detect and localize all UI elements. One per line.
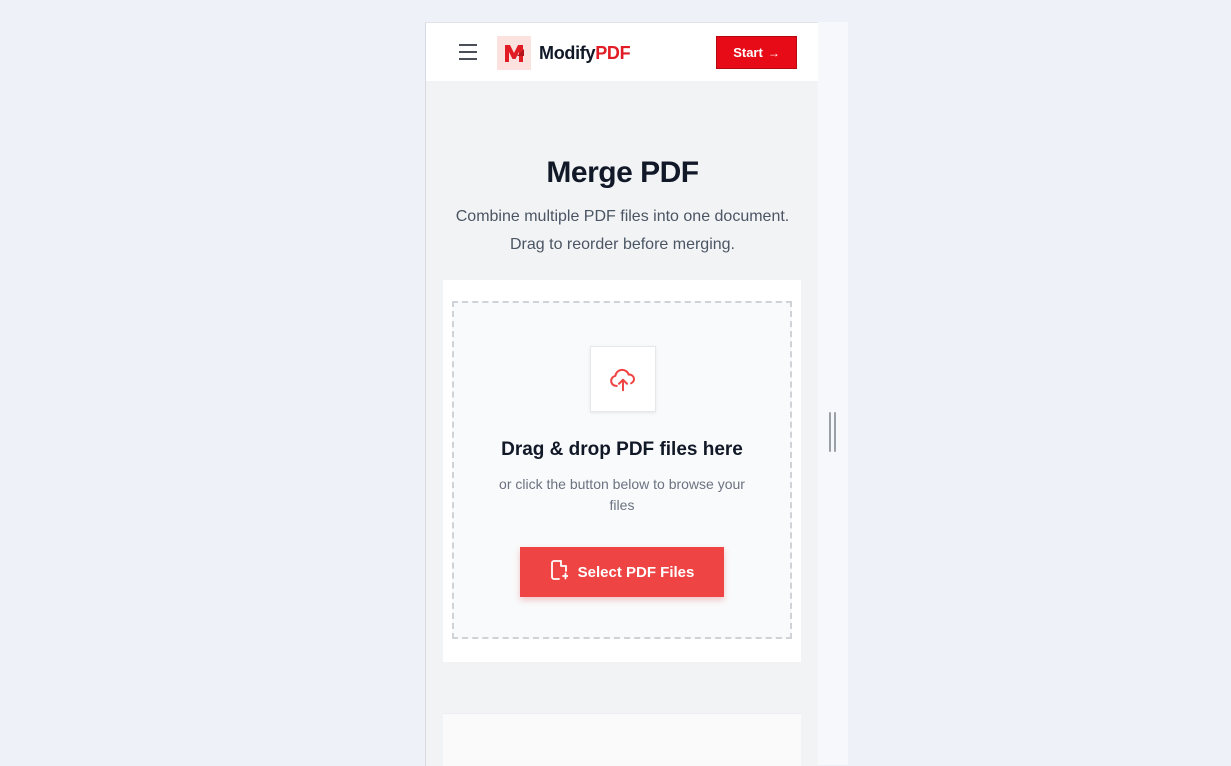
dropzone-title: Drag & drop PDF files here: [501, 439, 743, 460]
resize-handle[interactable]: [829, 412, 837, 452]
brand-name[interactable]: ModifyPDF: [539, 43, 631, 64]
upload-card: Drag & drop PDF files here or click the …: [443, 280, 801, 662]
hamburger-menu-icon[interactable]: [459, 44, 479, 60]
file-list-card: [443, 713, 801, 766]
page-title: Merge PDF: [546, 156, 699, 189]
cloud-upload-icon: [590, 346, 656, 412]
brand-name-main: Modify: [539, 43, 596, 63]
select-pdf-files-button[interactable]: Select PDF Files: [520, 547, 724, 597]
start-button-label: Start: [733, 45, 763, 60]
start-button[interactable]: Start →: [716, 36, 797, 69]
viewport-side-panel: [818, 22, 848, 765]
select-pdf-files-label: Select PDF Files: [577, 563, 695, 581]
brand-name-accent: PDF: [595, 43, 631, 63]
top-header: ModifyPDF Start →: [426, 23, 819, 81]
file-plus-icon: [550, 560, 569, 584]
dropzone-subtitle: or click the button below to browse your…: [499, 476, 745, 513]
pdf-dropzone[interactable]: Drag & drop PDF files here or click the …: [452, 301, 792, 639]
mobile-viewport: ModifyPDF Start → Merge PDF Combine mult…: [425, 22, 819, 766]
page-subtitle: Combine multiple PDF files into one docu…: [455, 208, 790, 253]
logo-icon[interactable]: [497, 36, 531, 70]
arrow-right-icon: →: [767, 45, 780, 60]
